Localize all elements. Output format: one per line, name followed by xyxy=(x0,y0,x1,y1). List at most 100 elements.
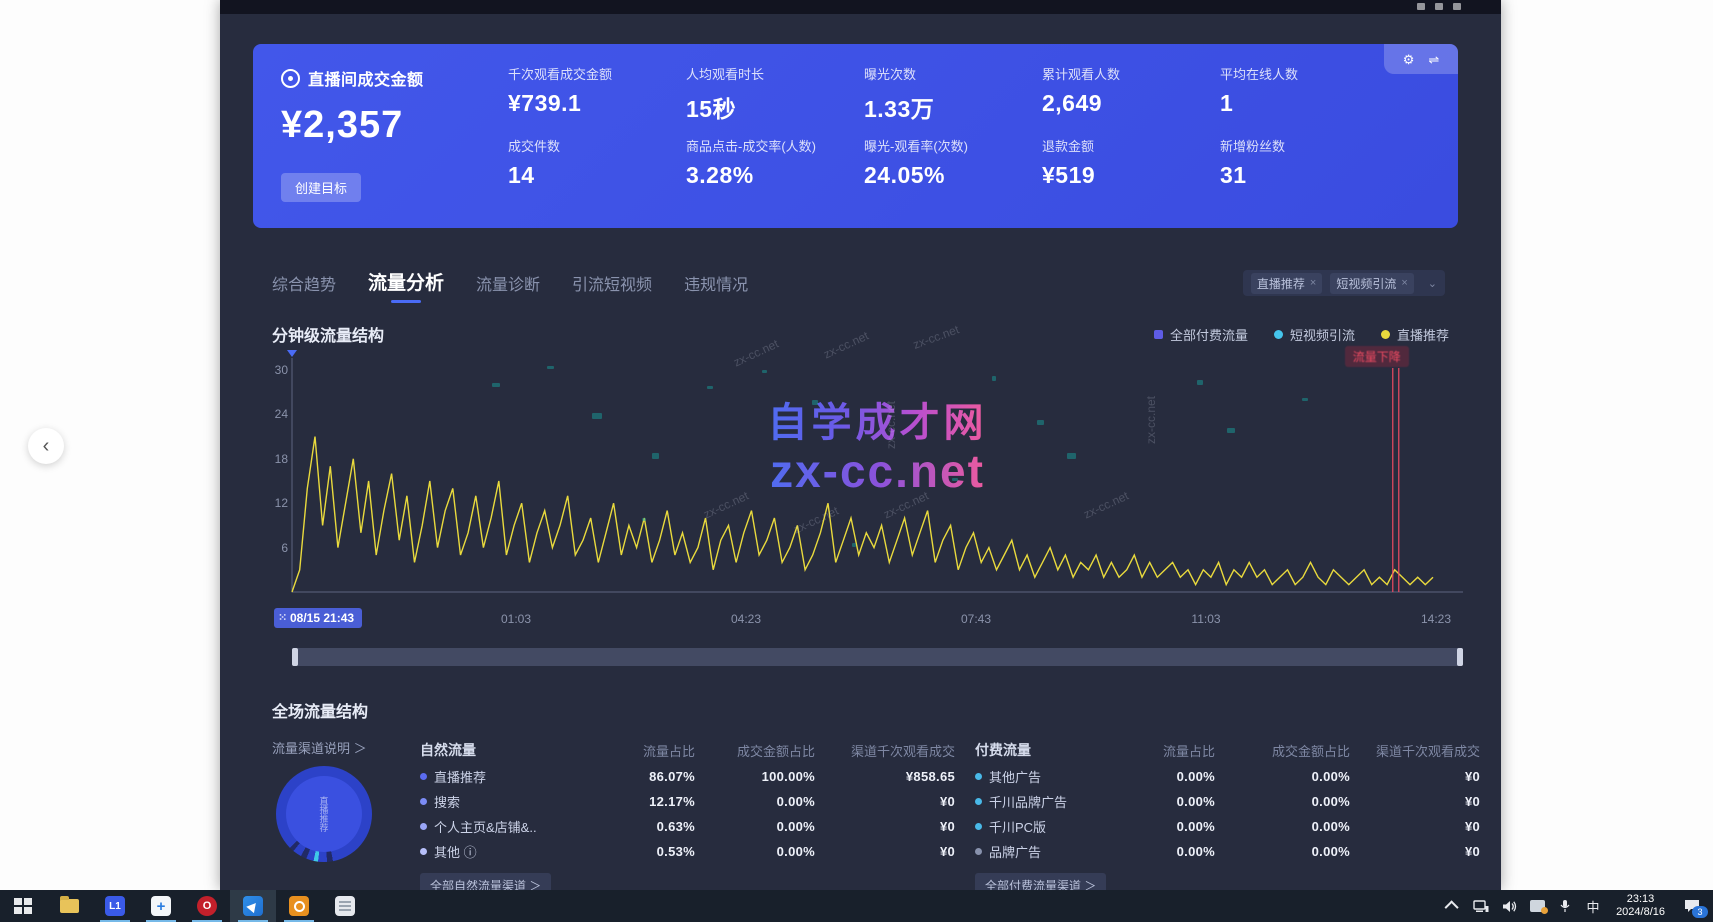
window-titlebar xyxy=(220,0,1501,14)
back-button[interactable]: ‹ xyxy=(28,428,64,464)
channel-value: 0.00% xyxy=(695,844,815,859)
traffic-filter-select[interactable]: 直播推荐× 短视频引流× ⌄ xyxy=(1243,270,1445,296)
orange-app-icon[interactable] xyxy=(276,890,322,922)
traffic-drop-event-badge[interactable]: 流量下降 xyxy=(1345,346,1409,367)
titlebar-icons[interactable] xyxy=(1417,3,1461,10)
minute-traffic-chart[interactable]: 302418126 08/15 21:4301:0304:2307:4311:0… xyxy=(292,358,1463,605)
channel-name: 千川PC版 xyxy=(975,817,1115,836)
table-row[interactable]: 品牌广告0.00%0.00%¥0 xyxy=(975,839,1480,864)
traffic-donut-chart[interactable]: 直播推荐 xyxy=(276,766,372,862)
table-row[interactable]: 搜索12.17%0.00%¥0 xyxy=(420,789,955,814)
table-row[interactable]: 个人主页&店铺&..0.63%0.00%¥0 xyxy=(420,814,955,839)
donut-inner-label: 直播推荐 xyxy=(318,796,331,832)
x-tick-label: 11:03 xyxy=(1191,612,1220,626)
kpi-metric: 累计观看人数2,649 xyxy=(1042,64,1220,136)
table-row[interactable]: 千川PC版0.00%0.00%¥0 xyxy=(975,814,1480,839)
chevron-down-icon[interactable]: ⌄ xyxy=(1428,277,1437,290)
table-row[interactable]: 其他 ⓘ0.53%0.00%¥0 xyxy=(420,839,955,864)
channel-bullet-icon xyxy=(975,773,982,780)
file-explorer-icon[interactable] xyxy=(46,890,92,922)
traffic-line-plot[interactable] xyxy=(292,358,1463,605)
kpi-metric-label: 千次观看成交金额 xyxy=(508,64,686,83)
microphone-icon[interactable] xyxy=(1552,890,1578,922)
titlebar-mini-icon[interactable] xyxy=(1417,3,1425,10)
snip-tool-icon[interactable] xyxy=(1524,890,1550,922)
channel-value: 0.00% xyxy=(1115,844,1215,859)
tab-违规情况[interactable]: 违规情况 xyxy=(684,271,748,303)
channel-label: 个人主页&店铺&.. xyxy=(434,817,537,836)
tab-引流短视频[interactable]: 引流短视频 xyxy=(572,271,652,303)
slider-right-handle[interactable] xyxy=(1457,648,1463,666)
channel-value: 0.00% xyxy=(1115,794,1215,809)
remove-tag-icon[interactable]: × xyxy=(1310,277,1316,289)
swap-icon[interactable]: ⇌ xyxy=(1428,53,1439,66)
kpi-metric-label: 退款金额 xyxy=(1042,136,1220,155)
channel-value: 12.17% xyxy=(605,794,695,809)
titlebar-mini-icon[interactable] xyxy=(1453,3,1461,10)
legend-item-短视频引流[interactable]: 短视频引流 xyxy=(1274,325,1355,344)
tab-流量分析[interactable]: 流量分析 xyxy=(368,268,444,303)
slider-left-handle[interactable] xyxy=(292,648,298,666)
x-axis-labels: 08/15 21:4301:0304:2307:4311:0314:23 xyxy=(292,608,1463,630)
table-row[interactable]: 千川品牌广告0.00%0.00%¥0 xyxy=(975,789,1480,814)
kpi-metric: 成交件数14 xyxy=(508,136,686,208)
traffic-table-header: 自然流量流量占比成交金额占比渠道千次观看成交 xyxy=(420,736,955,764)
y-tick-label: 30 xyxy=(275,363,288,377)
channel-name: 直播推荐 xyxy=(420,767,605,786)
channel-bullet-icon xyxy=(420,848,427,855)
gear-icon[interactable]: ⚙ xyxy=(1403,53,1415,66)
red-circle-app-icon: O xyxy=(197,896,217,916)
table-row[interactable]: 其他广告0.00%0.00%¥0 xyxy=(975,764,1480,789)
blue-pointer-app-icon[interactable] xyxy=(230,890,276,922)
traffic-col-header: 渠道千次观看成交 xyxy=(1350,741,1480,760)
channel-label: 搜索 xyxy=(434,792,460,811)
action-center-icon[interactable]: 3 xyxy=(1675,890,1709,922)
channel-note-link[interactable]: 流量渠道说明 ＞ xyxy=(272,738,367,757)
windows-start-icon[interactable] xyxy=(0,890,46,922)
speaker-icon[interactable] xyxy=(1496,890,1522,922)
x-start-chip[interactable]: 08/15 21:43 xyxy=(274,608,362,628)
kpi-metric-label: 平均在线人数 xyxy=(1220,64,1398,83)
channel-value: ¥0 xyxy=(815,819,955,834)
y-tick-label: 12 xyxy=(275,496,288,510)
traffic-col-header: 成交金额占比 xyxy=(695,741,815,760)
teal-plus-app-icon[interactable]: + xyxy=(138,890,184,922)
all-channels-link[interactable]: 全部付费流量渠道 ＞ xyxy=(975,873,1106,890)
kpi-card-corner-tools[interactable]: ⚙ ⇌ xyxy=(1384,44,1458,74)
kpi-metric: 千次观看成交金额¥739.1 xyxy=(508,64,686,136)
time-range-slider[interactable] xyxy=(292,648,1463,666)
remove-tag-icon[interactable]: × xyxy=(1401,277,1407,289)
tray-expand-chevron-icon[interactable] xyxy=(1440,890,1466,922)
traffic-structure-title: 全场流量结构 xyxy=(272,698,368,722)
kpi-metric: 商品点击-成交率(人数)3.28% xyxy=(686,136,864,208)
channel-value: 0.00% xyxy=(1215,844,1350,859)
taskbar-tray: 中 23:13 2024/8/16 3 xyxy=(1440,890,1713,922)
filter-tag[interactable]: 直播推荐× xyxy=(1251,273,1322,294)
blue-l1-app-icon[interactable]: L1 xyxy=(92,890,138,922)
all-channels-link[interactable]: 全部自然流量渠道 ＞ xyxy=(420,873,551,890)
legend-item-全部付费流量[interactable]: 全部付费流量 xyxy=(1154,325,1248,344)
tab-流量诊断[interactable]: 流量诊断 xyxy=(476,271,540,303)
red-circle-app-icon[interactable]: O xyxy=(184,890,230,922)
x-tick-label: 01:03 xyxy=(501,612,531,626)
blue-pointer-app-icon xyxy=(243,896,263,916)
network-icon[interactable] xyxy=(1468,890,1494,922)
clock[interactable]: 23:13 2024/8/16 xyxy=(1608,890,1673,922)
channel-value: ¥0 xyxy=(815,844,955,859)
channel-name: 个人主页&店铺&.. xyxy=(420,817,605,836)
create-goal-button[interactable]: 创建目标 xyxy=(281,173,361,202)
ime-indicator[interactable]: 中 xyxy=(1580,890,1606,922)
legend-item-直播推荐[interactable]: 直播推荐 xyxy=(1381,325,1449,344)
titlebar-mini-icon[interactable] xyxy=(1435,3,1443,10)
x-tick-label: 14:23 xyxy=(1421,612,1451,626)
tab-综合趋势[interactable]: 综合趋势 xyxy=(272,271,336,303)
notepad-app-icon[interactable] xyxy=(322,890,368,922)
channel-bullet-icon xyxy=(975,848,982,855)
legend-marker-icon xyxy=(1274,330,1283,339)
artifact-speck xyxy=(652,453,659,459)
table-row[interactable]: 直播推荐86.07%100.00%¥858.65 xyxy=(420,764,955,789)
filter-tag[interactable]: 短视频引流× xyxy=(1330,273,1413,294)
tray-date: 2024/8/16 xyxy=(1616,906,1665,919)
channel-value: 0.00% xyxy=(1115,769,1215,784)
channel-value: ¥0 xyxy=(1350,844,1480,859)
